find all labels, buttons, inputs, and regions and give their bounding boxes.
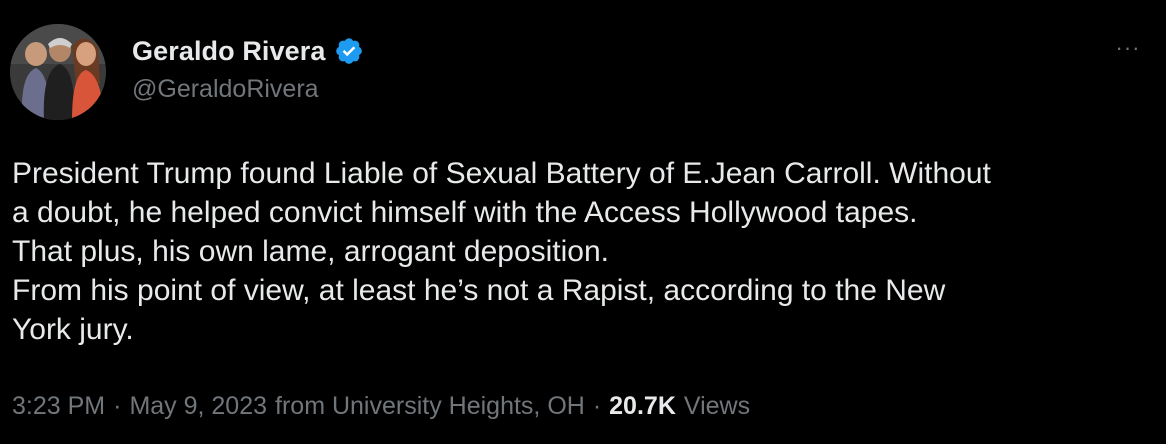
author-row: Geraldo Rivera [132,32,364,70]
tweet-text: President Trump found Liable of Sexual B… [12,154,1152,349]
tweet-text-line: York jury. [12,313,134,346]
meta-separator: · [592,391,602,420]
views-count[interactable]: 20.7K [609,392,676,421]
meta-separator: · [113,391,122,420]
tweet-text-line: From his point of view, at least he’s no… [12,274,946,307]
avatar[interactable] [10,24,106,120]
tweet-location: from University Heights, OH [275,391,585,420]
tweet-text-line: President Trump found Liable of Sexual B… [12,157,991,190]
author-handle[interactable]: @GeraldoRivera [132,75,319,104]
tweet-date[interactable]: May 9, 2023 [129,392,267,421]
tweet: Geraldo Rivera @GeraldoRivera ··· Presid… [0,0,1166,444]
views-label: Views [683,391,751,420]
avatar-photo [10,24,106,120]
tweet-meta: 3:23 PM · May 9, 2023 from University He… [12,388,750,424]
more-dots-icon[interactable]: ··· [1108,35,1148,60]
verified-badge-icon [335,38,362,64]
author-display-name[interactable]: Geraldo Rivera [132,36,326,67]
tweet-text-line: a doubt, he helped convict himself with … [12,196,918,229]
tweet-time[interactable]: 3:23 PM [12,392,105,421]
tweet-text-line: That plus, his own lame, arrogant deposi… [12,235,609,268]
